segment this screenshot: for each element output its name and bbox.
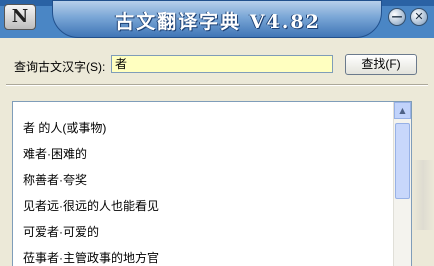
title-bar: N 古文翻译字典 V4.82 — ✕ [0,0,434,38]
scroll-thumb[interactable] [395,123,410,199]
scroll-up-icon[interactable]: ▲ [394,102,411,119]
result-line: 可爱者·可爱的 [23,225,99,239]
minimize-button[interactable]: — [388,8,406,26]
result-line: 见者远·很远的人也能看见 [23,199,159,213]
app-window: N 古文翻译字典 V4.82 — ✕ 查询古文汉字(S): 者 查找(F) 者 … [0,0,434,266]
result-line: 称善者·夸奖 [23,173,87,187]
divider [6,84,428,86]
close-button[interactable]: ✕ [410,8,428,26]
app-logo-icon: N [4,4,36,30]
vertical-scrollbar[interactable]: ▲ [393,102,411,266]
query-input[interactable]: 者 [111,55,333,73]
query-label: 查询古文汉字(S): [14,60,106,74]
result-line: 难者·困难的 [23,147,87,161]
title-tab: 古文翻译字典 V4.82 [52,0,382,38]
result-line: 莅事者·主管政事的地方官 [23,251,159,265]
blurred-edge [412,160,434,230]
result-lines: 者 的人(或事物) 难者·困难的 称善者·夸奖 见者远·很远的人也能看见 可爱者… [23,119,383,266]
search-button[interactable]: 查找(F) [345,54,417,75]
result-line: 者 的人(或事物) [23,121,107,135]
result-list[interactable]: 者 的人(或事物) 难者·困难的 称善者·夸奖 见者远·很远的人也能看见 可爱者… [12,101,412,266]
window-title: 古文翻译字典 V4.82 [115,11,321,33]
